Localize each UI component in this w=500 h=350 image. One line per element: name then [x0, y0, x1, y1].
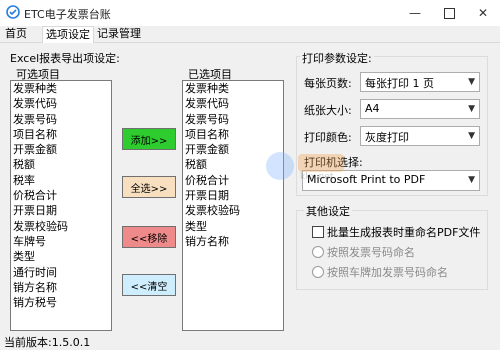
chevron-down-icon: ▼ [468, 175, 475, 185]
available-list[interactable]: 发票种类 发票代码 发票号码 项目名称 开票金额 税额 税率 价税合计 开票日期 发票校验码 车牌号… [10, 80, 112, 331]
list-item[interactable]: 发票种类 [11, 81, 111, 96]
chevron-down-icon: ▼ [468, 77, 475, 87]
list-item[interactable]: 价税合计 [11, 188, 111, 203]
maximize-icon [443, 7, 455, 19]
rename-checkbox-label: 批量生成报表时重命名PDF文件 [327, 226, 481, 239]
list-item[interactable]: 发票代码 [11, 96, 111, 111]
list-item[interactable]: 开票日期 [11, 203, 111, 218]
list-item[interactable]: 项目名称 [183, 127, 283, 142]
print-color-value: 灰度打印 [365, 131, 409, 144]
paper-size-value: A4 [365, 102, 380, 115]
list-item[interactable]: 项目名称 [11, 127, 111, 142]
tab-bar: 首页 选项设定 记录管理 [0, 26, 500, 43]
list-item[interactable]: 发票代码 [183, 96, 283, 111]
list-item[interactable]: 开票金额 [11, 142, 111, 157]
radio-plate-invoice-number-label: 按照车牌加发票号码命名 [327, 266, 448, 279]
chevron-down-icon: ▼ [468, 131, 475, 141]
radio-invoice-number[interactable] [312, 246, 324, 258]
select-all-button[interactable]: 全选>> [122, 176, 176, 198]
window-title: ETC电子发票台账 [24, 8, 111, 21]
paper-size-select[interactable]: A4 ▼ [360, 99, 480, 119]
list-item[interactable]: 车牌号 [11, 234, 111, 249]
list-item[interactable]: 税率 [11, 173, 111, 188]
tab-options[interactable]: 选项设定 [42, 26, 94, 43]
list-item[interactable]: 税额 [11, 157, 111, 172]
close-icon: ✕ [477, 6, 489, 20]
list-item[interactable]: 销方名称 [183, 234, 283, 249]
watermark-text: kkx.net [300, 172, 334, 182]
list-item[interactable]: 发票号码 [183, 112, 283, 127]
pages-label: 每张页数: [304, 77, 352, 90]
list-item[interactable]: 通行时间 [11, 265, 111, 280]
app-icon [6, 5, 20, 19]
print-color-label: 打印颜色: [304, 131, 352, 144]
title-bar: ETC电子发票台账 — ✕ [0, 0, 500, 26]
maximize-button[interactable] [432, 0, 466, 26]
tab-records[interactable]: 记录管理 [94, 26, 144, 41]
chevron-down-icon: ▼ [468, 104, 475, 114]
list-item[interactable]: 销方税号 [11, 295, 111, 310]
list-item[interactable]: 发票号码 [11, 112, 111, 127]
list-item[interactable]: 类型 [11, 249, 111, 264]
radio-invoice-number-label: 按照发票号码命名 [327, 246, 415, 259]
rename-checkbox[interactable] [312, 226, 324, 238]
other-settings-label: 其他设定 [304, 203, 352, 219]
print-params-label: 打印参数设定: [300, 50, 374, 66]
print-color-select[interactable]: 灰度打印 ▼ [360, 126, 480, 146]
clear-button[interactable]: <<清空 [122, 274, 176, 296]
list-item[interactable]: 开票日期 [183, 188, 283, 203]
add-button[interactable]: 添加>> [122, 128, 176, 150]
selected-list[interactable]: 发票种类 发票代码 发票号码 项目名称 开票金额 税额 价税合计 开票日期 发票校验码 类型 销方名… [182, 80, 284, 331]
watermark-logo: kkx.net [262, 148, 352, 188]
minimize-button[interactable]: — [398, 0, 432, 26]
list-item[interactable]: 类型 [183, 219, 283, 234]
version-status: 当前版本:1.5.0.1 [4, 336, 91, 349]
list-item[interactable]: 发票校验码 [183, 203, 283, 218]
radio-plate-invoice-number[interactable] [312, 266, 324, 278]
pages-per-sheet-select[interactable]: 每张打印 1 页 ▼ [360, 72, 480, 92]
close-button[interactable]: ✕ [466, 0, 500, 26]
remove-button[interactable]: <<移除 [122, 226, 176, 248]
pages-value: 每张打印 1 页 [365, 77, 434, 90]
paper-size-label: 纸张大小: [304, 104, 352, 117]
list-item[interactable]: 销方名称 [11, 280, 111, 295]
export-group-label: Excel报表导出项设定: [10, 52, 120, 65]
list-item[interactable]: 发票校验码 [11, 219, 111, 234]
list-item[interactable]: 发票种类 [183, 81, 283, 96]
minimize-icon: — [409, 6, 421, 20]
tab-home[interactable]: 首页 [2, 26, 30, 41]
